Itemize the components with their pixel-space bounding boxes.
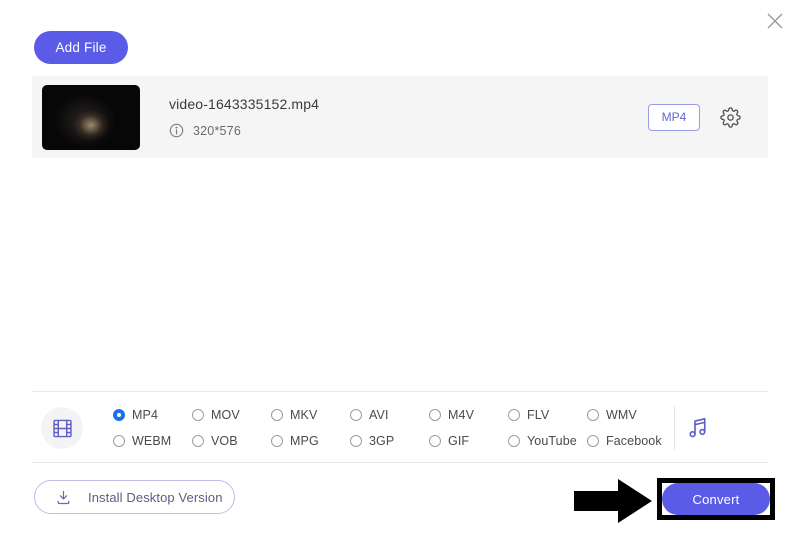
radio-icon[interactable] <box>271 435 283 447</box>
format-options-grid: MP4 MOV MKV AVI M4V FLV WMV WEBM VOB MPG… <box>113 402 666 454</box>
download-icon <box>55 489 72 506</box>
format-option-facebook[interactable]: Facebook <box>587 434 666 448</box>
format-option-mpg[interactable]: MPG <box>271 434 350 448</box>
format-label: MOV <box>211 408 240 422</box>
format-option-mov[interactable]: MOV <box>192 408 271 422</box>
format-label: WMV <box>606 408 637 422</box>
radio-icon[interactable] <box>192 409 204 421</box>
install-desktop-version-button[interactable]: Install Desktop Version <box>34 480 235 514</box>
format-label: GIF <box>448 434 470 448</box>
format-option-webm[interactable]: WEBM <box>113 434 192 448</box>
format-option-vob[interactable]: VOB <box>192 434 271 448</box>
radio-icon[interactable] <box>587 435 599 447</box>
format-label: AVI <box>369 408 389 422</box>
add-file-button[interactable]: Add File <box>34 31 128 64</box>
divider-above-formats <box>32 391 768 392</box>
format-option-gif[interactable]: GIF <box>429 434 508 448</box>
file-format-badge[interactable]: MP4 <box>648 103 700 131</box>
film-strip-icon <box>52 419 72 437</box>
file-resolution-text: 320*576 <box>193 123 241 138</box>
format-option-mkv[interactable]: MKV <box>271 408 350 422</box>
radio-icon[interactable] <box>587 409 599 421</box>
add-file-area: Add File <box>34 31 128 64</box>
file-settings-button[interactable] <box>714 101 746 133</box>
format-label: M4V <box>448 408 475 422</box>
file-info: video-1643335152.mp4 320*576 <box>169 96 648 138</box>
info-circle-icon <box>169 123 184 138</box>
format-label: YouTube <box>527 434 577 448</box>
format-option-3gp[interactable]: 3GP <box>350 434 429 448</box>
format-label: VOB <box>211 434 238 448</box>
radio-icon[interactable] <box>508 435 520 447</box>
format-option-flv[interactable]: FLV <box>508 408 587 422</box>
convert-highlight-box: Convert <box>657 478 775 520</box>
gear-icon <box>719 106 741 128</box>
music-note-icon <box>689 417 706 438</box>
radio-icon[interactable] <box>113 409 125 421</box>
divider-below-formats <box>32 462 768 463</box>
radio-icon[interactable] <box>429 409 441 421</box>
file-list-row[interactable]: video-1643335152.mp4 320*576 MP4 <box>32 76 768 158</box>
close-icon <box>767 13 783 29</box>
convert-button[interactable]: Convert <box>662 483 770 515</box>
format-label: MPG <box>290 434 319 448</box>
radio-icon[interactable] <box>508 409 520 421</box>
format-label: MKV <box>290 408 318 422</box>
file-resolution-row: 320*576 <box>169 123 648 138</box>
format-option-youtube[interactable]: YouTube <box>508 434 587 448</box>
format-label: Facebook <box>606 434 662 448</box>
audio-category-button[interactable] <box>675 406 723 450</box>
file-name: video-1643335152.mp4 <box>169 96 320 112</box>
format-label: MP4 <box>132 408 159 422</box>
video-category-button[interactable] <box>41 407 83 449</box>
format-option-m4v[interactable]: M4V <box>429 408 508 422</box>
format-option-wmv[interactable]: WMV <box>587 408 666 422</box>
radio-icon[interactable] <box>271 409 283 421</box>
format-label: FLV <box>527 408 550 422</box>
radio-icon[interactable] <box>192 435 204 447</box>
close-button[interactable] <box>758 4 792 38</box>
radio-icon[interactable] <box>350 409 362 421</box>
output-format-bar: MP4 MOV MKV AVI M4V FLV WMV WEBM VOB MPG… <box>32 396 768 460</box>
install-desktop-version-label: Install Desktop Version <box>88 489 223 505</box>
format-label: 3GP <box>369 434 395 448</box>
radio-icon[interactable] <box>350 435 362 447</box>
video-thumbnail <box>42 84 140 150</box>
format-label: WEBM <box>132 434 172 448</box>
format-option-mp4[interactable]: MP4 <box>113 408 192 422</box>
video-converter-window: Add File video-1643335152.mp4 320*576 MP… <box>0 0 800 539</box>
format-option-avi[interactable]: AVI <box>350 408 429 422</box>
radio-icon[interactable] <box>429 435 441 447</box>
radio-icon[interactable] <box>113 435 125 447</box>
right-arrow-annotation <box>574 479 652 523</box>
